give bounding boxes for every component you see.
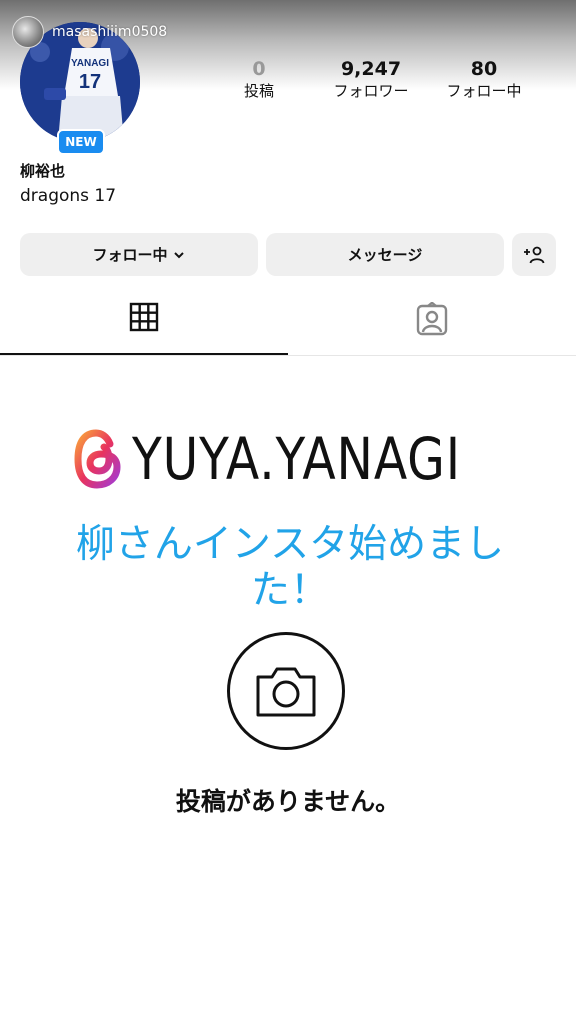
story-user[interactable]: masashiiim0508	[12, 16, 167, 48]
tab-tagged[interactable]	[288, 302, 576, 354]
camera-icon	[256, 667, 316, 717]
following-label: フォロー中	[92, 246, 168, 264]
stat-value: 9,247	[340, 58, 402, 80]
display-name: 柳裕也	[20, 162, 66, 180]
stat-posts[interactable]: 0 投稿	[232, 58, 286, 102]
empty-posts-camera	[227, 632, 345, 750]
announcement-text: 柳さんインスタ始めまし た！	[40, 522, 540, 614]
chevron-down-icon	[173, 251, 184, 258]
new-badge: NEW	[57, 129, 105, 155]
announcement-line-2: た！	[250, 568, 329, 613]
jersey-number: 17	[79, 71, 101, 93]
stat-label: フォロー中	[446, 82, 522, 100]
grid-icon	[129, 302, 159, 332]
threads-overlay: YUYA.YANAGI	[70, 424, 524, 494]
tab-grid[interactable]	[0, 302, 288, 354]
threads-handle: YUYA.YANAGI	[132, 425, 461, 493]
story-username[interactable]: masashiiim0508	[52, 24, 167, 40]
stat-value: 0	[252, 58, 266, 80]
stat-value: 80	[470, 58, 498, 80]
add-person-icon	[524, 246, 545, 263]
jersey-name: YANAGI	[71, 58, 109, 69]
stat-followers[interactable]: 9,247 フォロワー	[322, 58, 420, 102]
announcement-line-1: 柳さんインスタ始めまし	[75, 522, 505, 567]
threads-logo-icon	[74, 429, 121, 489]
message-label: メッセージ	[347, 246, 423, 264]
following-button[interactable]: フォロー中	[20, 233, 258, 276]
bio: dragons 17	[20, 186, 117, 206]
story-avatar[interactable]	[12, 16, 44, 48]
stat-following[interactable]: 80 フォロー中	[436, 58, 532, 102]
stat-label: フォロワー	[333, 82, 409, 100]
add-person-button[interactable]	[512, 233, 556, 276]
message-button[interactable]: メッセージ	[266, 233, 504, 276]
tab-divider	[0, 355, 576, 356]
tagged-icon	[416, 302, 448, 336]
no-posts-text: 投稿がありません。	[175, 787, 401, 816]
stat-label: 投稿	[243, 82, 274, 100]
